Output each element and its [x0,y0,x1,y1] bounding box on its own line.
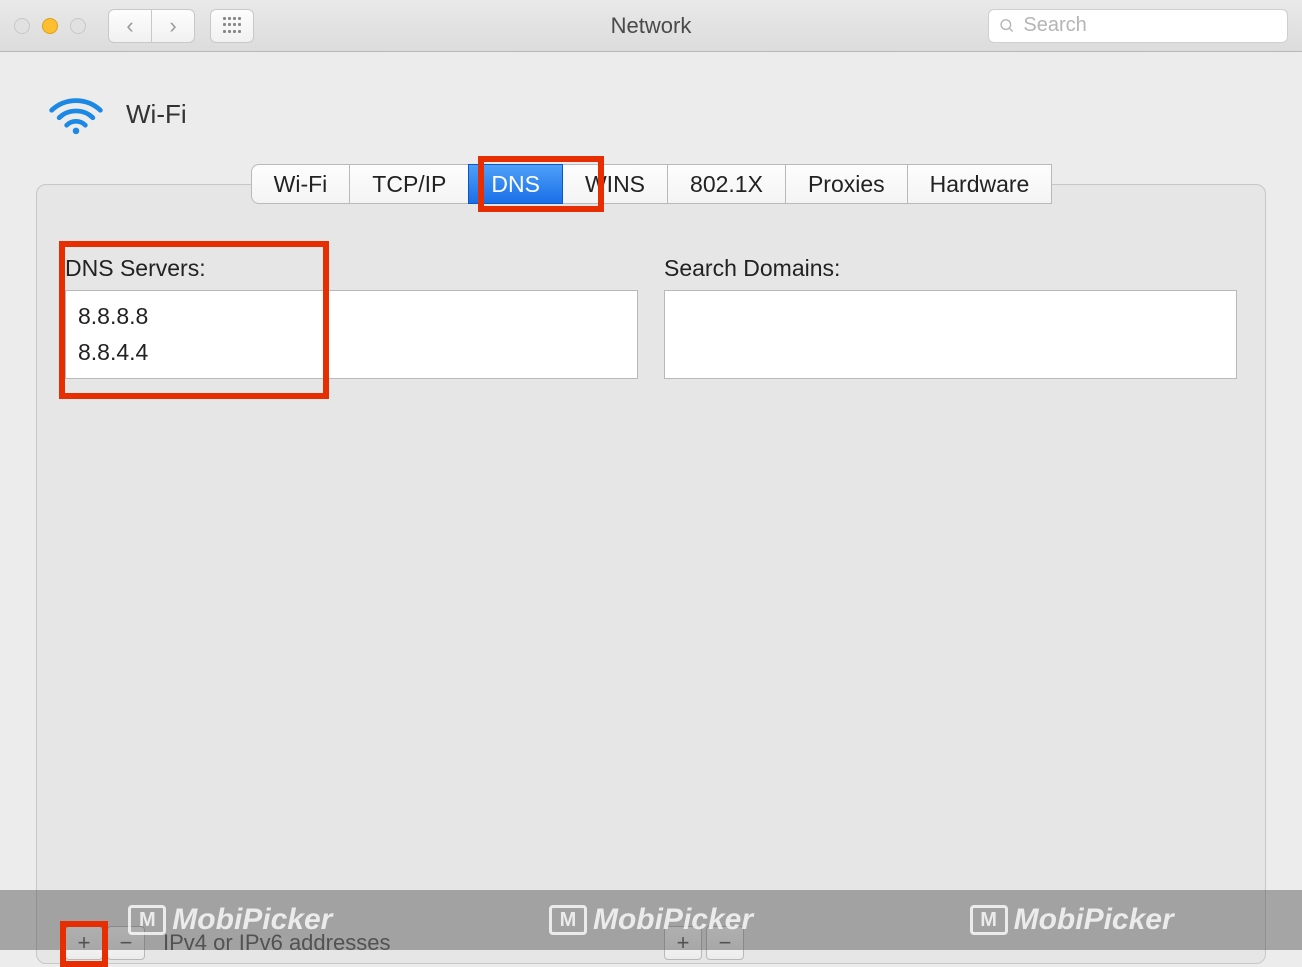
minus-icon: − [120,930,133,956]
tab-proxies[interactable]: Proxies [785,164,908,204]
dns-servers-footer: + − IPv4 or IPv6 addresses [65,923,638,963]
interface-name: Wi-Fi [126,99,187,130]
titlebar: ‹ › Network [0,0,1302,52]
search-input[interactable] [1023,14,1277,37]
chevron-left-icon: ‹ [126,13,133,39]
plus-icon: + [78,930,91,956]
minimize-window-button[interactable] [42,18,58,34]
dns-servers-list[interactable]: 8.8.8.8 8.8.4.4 [65,290,638,379]
search-domains-label: Search Domains: [664,255,1237,282]
search-field-wrap[interactable] [988,9,1288,43]
wifi-icon [46,92,106,136]
panel-footer: + − IPv4 or IPv6 addresses + − [65,923,1237,963]
show-all-button[interactable] [210,9,254,43]
search-domains-footer: + − [664,923,1237,963]
minus-icon: − [719,930,732,956]
zoom-window-button[interactable] [70,18,86,34]
dns-panel: DNS Servers: 8.8.8.8 8.8.4.4 Search Doma… [36,184,1266,964]
add-search-domain-button[interactable]: + [664,926,702,960]
tab-tcpip[interactable]: TCP/IP [349,164,469,204]
search-domains-column: Search Domains: [664,255,1237,379]
window-controls [14,18,86,34]
remove-search-domain-button[interactable]: − [706,926,744,960]
tab-wins[interactable]: WINS [562,164,668,204]
plus-icon: + [677,930,690,956]
dns-server-row[interactable]: 8.8.4.4 [78,335,625,371]
dns-servers-column: DNS Servers: 8.8.8.8 8.8.4.4 [65,255,638,379]
dns-hint: IPv4 or IPv6 addresses [163,930,390,956]
grid-icon [223,17,241,35]
content-area: Wi-Fi Wi-Fi TCP/IP DNS WINS 802.1X Proxi… [0,52,1302,964]
forward-button[interactable]: › [151,9,195,43]
chevron-right-icon: › [169,13,176,39]
interface-header: Wi-Fi [46,92,1266,136]
back-button[interactable]: ‹ [108,9,152,43]
search-icon [999,17,1015,35]
remove-dns-server-button[interactable]: − [107,926,145,960]
tab-wifi[interactable]: Wi-Fi [251,164,351,204]
tab-8021x[interactable]: 802.1X [667,164,786,204]
dns-servers-label: DNS Servers: [65,255,638,282]
window-title: Network [611,13,692,39]
close-window-button[interactable] [14,18,30,34]
search-domains-list[interactable] [664,290,1237,379]
tab-dns[interactable]: DNS [468,164,563,204]
tab-strip: Wi-Fi TCP/IP DNS WINS 802.1X Proxies Har… [36,164,1266,204]
dns-server-row[interactable]: 8.8.8.8 [78,299,625,335]
tab-hardware[interactable]: Hardware [907,164,1053,204]
nav-buttons: ‹ › [108,9,194,43]
add-dns-server-button[interactable]: + [65,926,103,960]
